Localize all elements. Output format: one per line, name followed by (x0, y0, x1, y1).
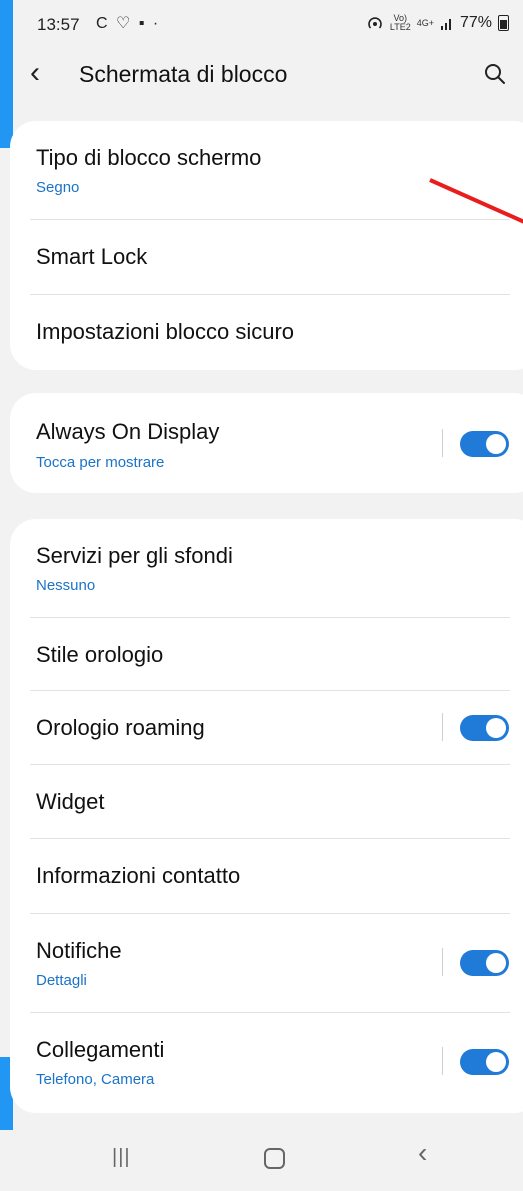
row-label: Always On Display (36, 419, 220, 444)
row-servizi-sfondi[interactable]: Servizi per gli sfondi Nessuno (10, 519, 523, 617)
battery-percent: 77% (459, 14, 492, 31)
battery-icon (498, 15, 509, 31)
row-sub: Tocca per mostrare (36, 454, 165, 471)
separator (442, 429, 443, 457)
row-label: Informazioni contatto (36, 863, 241, 888)
row-always-on-display[interactable]: Always On Display Tocca per mostrare (10, 393, 523, 493)
app-header: ‹ Schermata di blocco (0, 44, 523, 106)
row-sub: Dettagli (36, 972, 87, 989)
lte-label: LTE2 (389, 22, 411, 32)
row-informazioni-contatto[interactable]: Informazioni contatto (10, 839, 523, 913)
navigation-bar: ||| ‹ (0, 1130, 523, 1191)
row-impostazioni-blocco[interactable]: Impostazioni blocco sicuro (10, 295, 523, 370)
status-right-group: Vo) LTE2 4G+ 77% (366, 14, 509, 32)
row-orologio-roaming[interactable]: Orologio roaming (10, 691, 523, 764)
search-icon[interactable] (483, 62, 507, 86)
recent-apps-button[interactable]: ||| (112, 1144, 131, 1170)
row-label: Collegamenti (36, 1037, 165, 1062)
page-title: Schermata di blocco (79, 61, 288, 87)
row-notifiche[interactable]: Notifiche Dettagli (10, 914, 523, 1012)
status-time: 13:57 (37, 15, 80, 34)
network-type: 4G+ (416, 17, 434, 28)
settings-group-display: Servizi per gli sfondi Nessuno Stile oro… (10, 519, 523, 1113)
row-sub: Segno (36, 179, 80, 196)
home-button[interactable] (264, 1148, 285, 1169)
row-widget[interactable]: Widget (10, 765, 523, 838)
notification-icons: C ♡ ▪ · (96, 15, 161, 32)
row-label: Widget (36, 789, 105, 814)
aod-toggle[interactable] (460, 431, 509, 457)
hotspot-icon (368, 17, 382, 29)
notifications-toggle[interactable] (460, 950, 509, 976)
row-label: Stile orologio (36, 642, 164, 667)
signal-icon (440, 19, 451, 30)
separator (442, 713, 443, 741)
row-smart-lock[interactable]: Smart Lock (10, 220, 523, 294)
row-sub: Nessuno (36, 577, 96, 594)
row-collegamenti[interactable]: Collegamenti Telefono, Camera (10, 1013, 523, 1113)
status-bar: 13:57 C ♡ ▪ · Vo) LTE2 4G+ 77% (0, 0, 523, 44)
separator (442, 1047, 443, 1075)
row-label: Tipo di blocco schermo (36, 145, 262, 170)
shortcuts-toggle[interactable] (460, 1049, 509, 1075)
roaming-clock-toggle[interactable] (460, 715, 509, 741)
row-label: Notifiche (36, 938, 122, 963)
separator (442, 948, 443, 976)
nav-back-button[interactable]: ‹ (418, 1139, 427, 1167)
network-label: Vo) LTE2 (390, 14, 411, 32)
row-stile-orologio[interactable]: Stile orologio (10, 618, 523, 690)
back-button[interactable]: ‹ (30, 58, 40, 88)
settings-group-aod: Always On Display Tocca per mostrare (10, 393, 523, 493)
settings-group-lock: Tipo di blocco schermo Segno Smart Lock … (10, 121, 523, 370)
row-label: Servizi per gli sfondi (36, 543, 233, 568)
row-label: Smart Lock (36, 244, 148, 269)
row-label: Orologio roaming (36, 715, 205, 740)
row-tipo-blocco[interactable]: Tipo di blocco schermo Segno (10, 121, 523, 219)
row-sub: Telefono, Camera (36, 1071, 155, 1088)
row-label: Impostazioni blocco sicuro (36, 319, 295, 344)
